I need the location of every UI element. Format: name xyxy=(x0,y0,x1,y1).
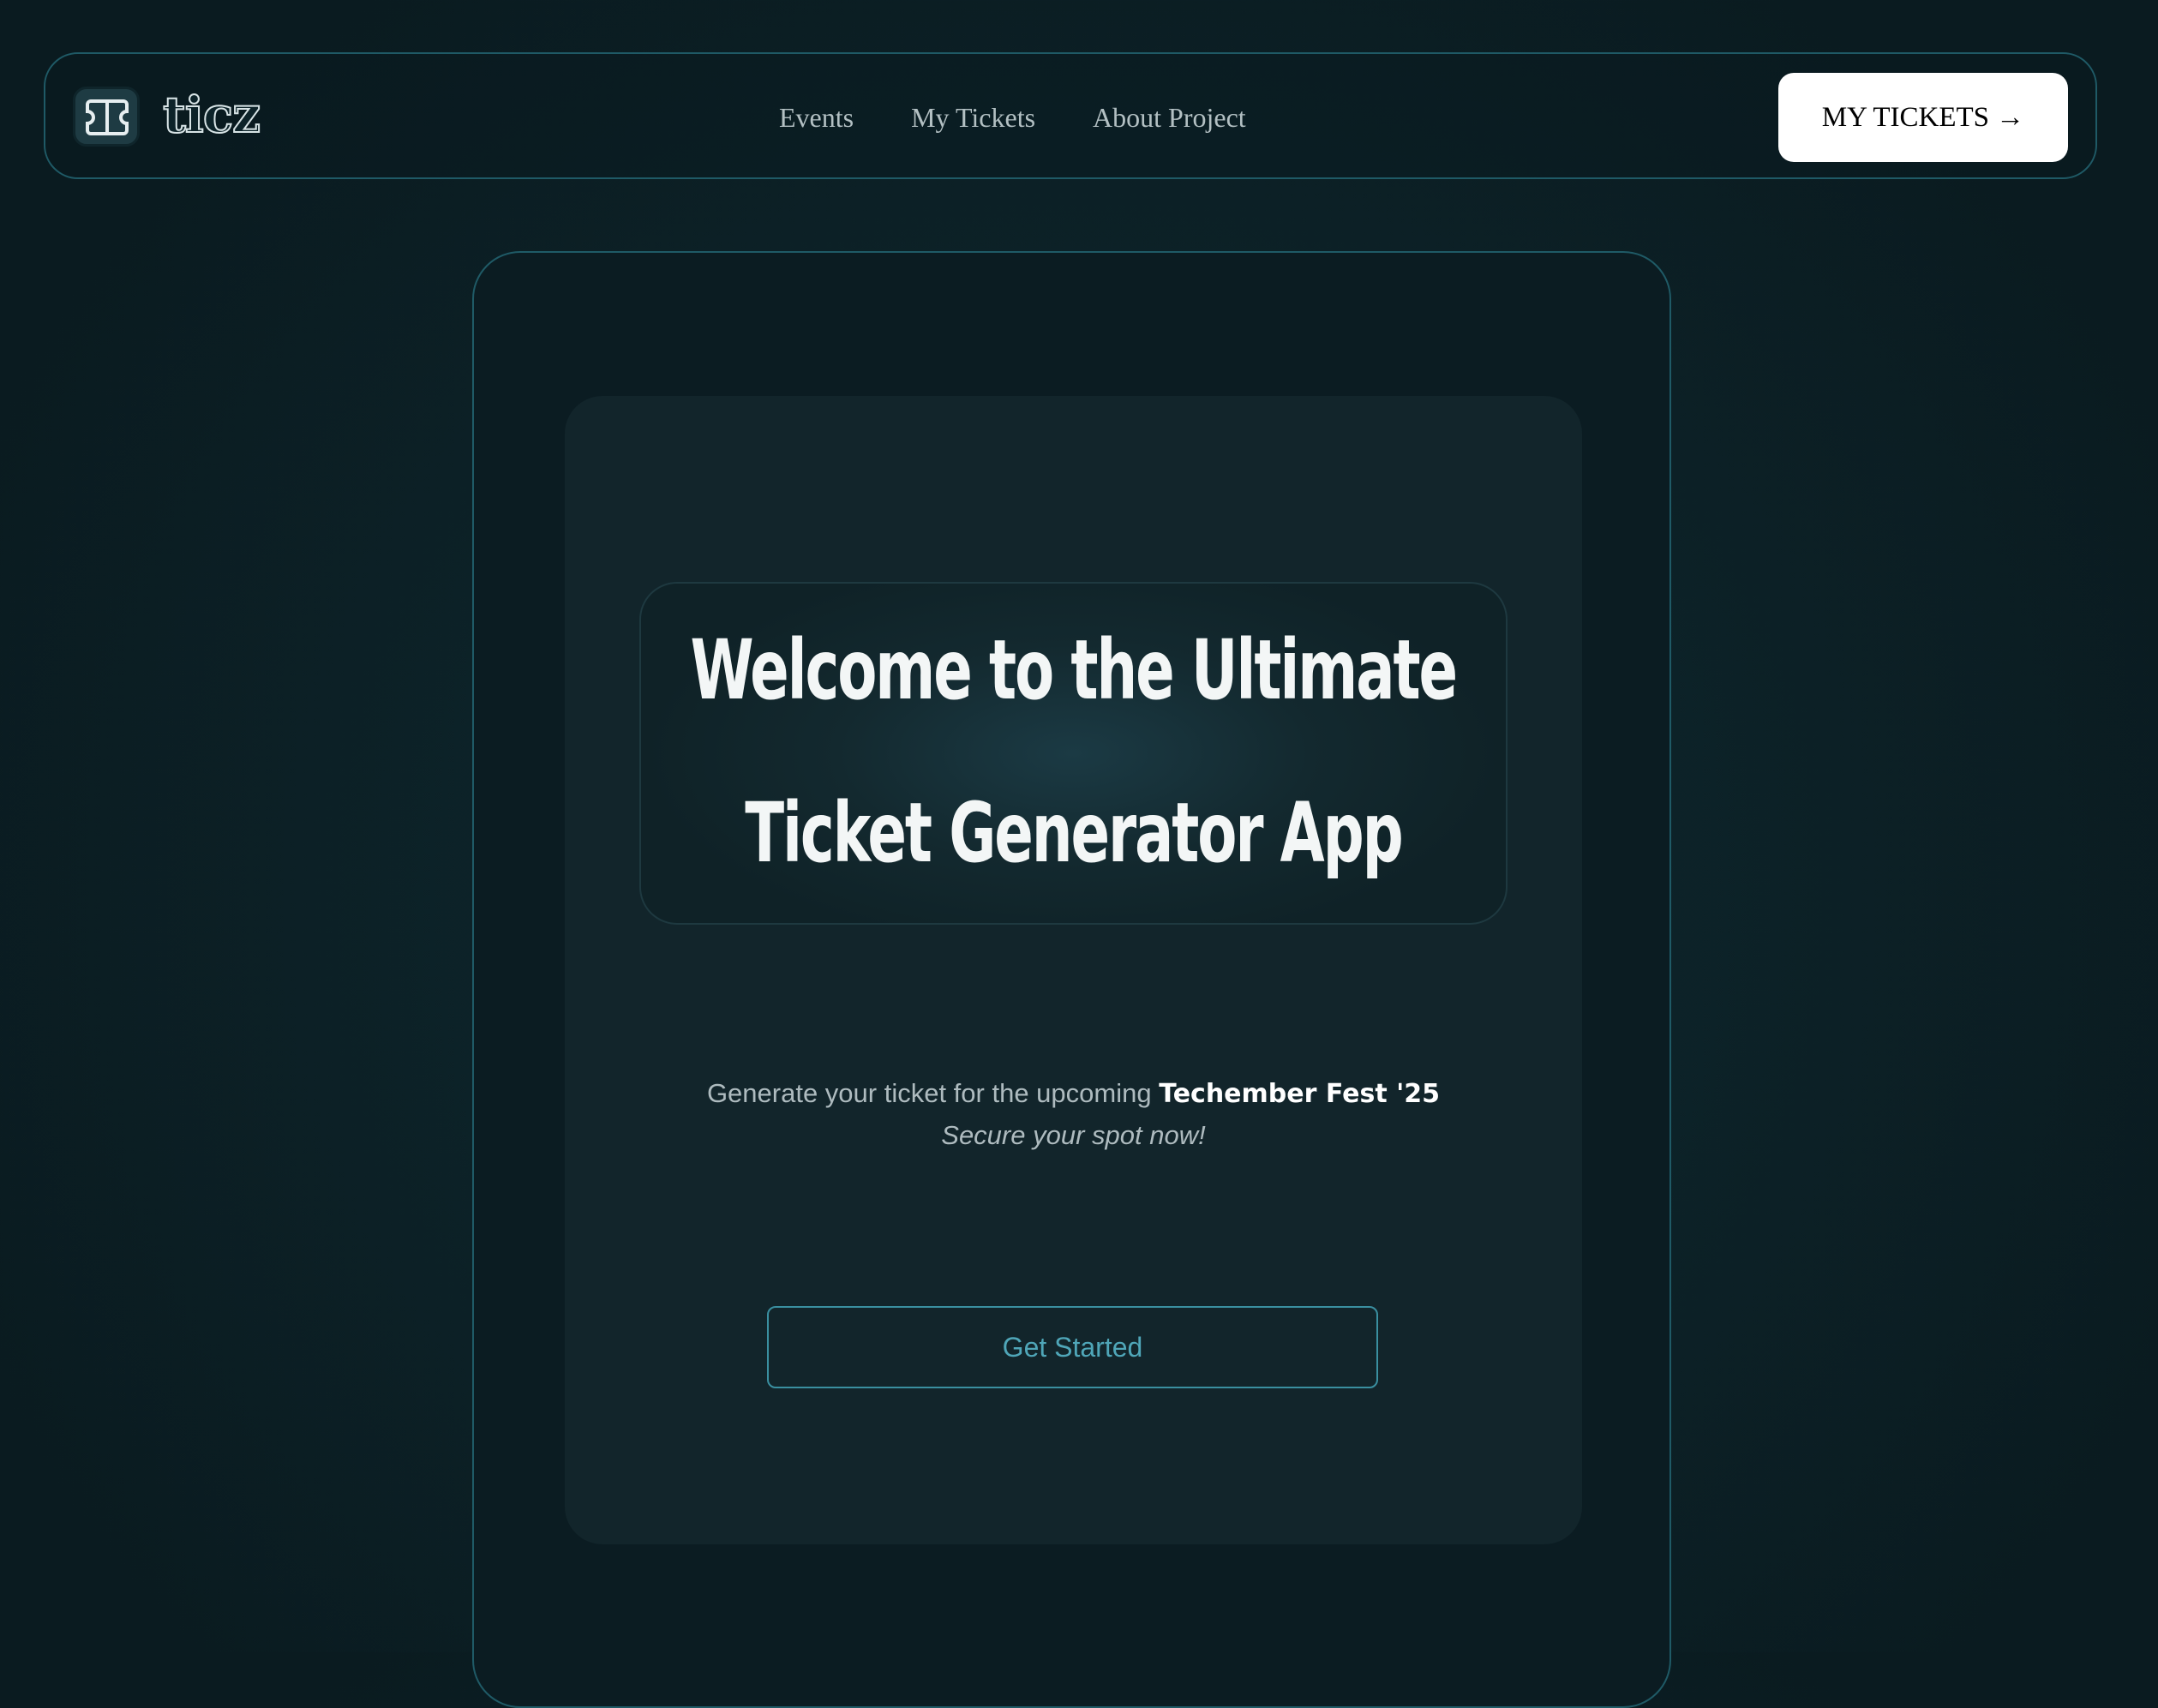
main-panel: Welcome to the Ultimate Ticket Generator… xyxy=(472,251,1671,1708)
top-navbar: ticz Events My Tickets About Project MY … xyxy=(44,52,2097,179)
nav-link-events[interactable]: Events xyxy=(779,102,854,134)
ticket-logo-icon[interactable] xyxy=(73,87,140,147)
get-started-button[interactable]: Get Started xyxy=(767,1306,1378,1388)
nav-link-about-project[interactable]: About Project xyxy=(1093,102,1246,134)
hero-title-line-2: Ticket Generator App xyxy=(745,785,1403,881)
hero-title-box: Welcome to the Ultimate Ticket Generator… xyxy=(639,582,1508,925)
hero-subtitle: Generate your ticket for the upcoming Te… xyxy=(565,1073,1582,1156)
event-name: Techember Fest '25 xyxy=(1159,1079,1441,1109)
subtitle-text: Generate your ticket for the upcoming xyxy=(706,1078,1160,1108)
tagline: Secure your spot now! xyxy=(941,1120,1206,1150)
brand-logo-text[interactable]: ticz xyxy=(162,85,261,145)
nav-link-my-tickets[interactable]: My Tickets xyxy=(911,102,1035,134)
hero-title-line-1: Welcome to the Ultimate xyxy=(690,622,1459,718)
my-tickets-button[interactable]: MY TICKETS → xyxy=(1778,73,2068,162)
hero-card: Welcome to the Ultimate Ticket Generator… xyxy=(565,396,1582,1544)
main-nav: Events My Tickets About Project xyxy=(779,92,1246,143)
